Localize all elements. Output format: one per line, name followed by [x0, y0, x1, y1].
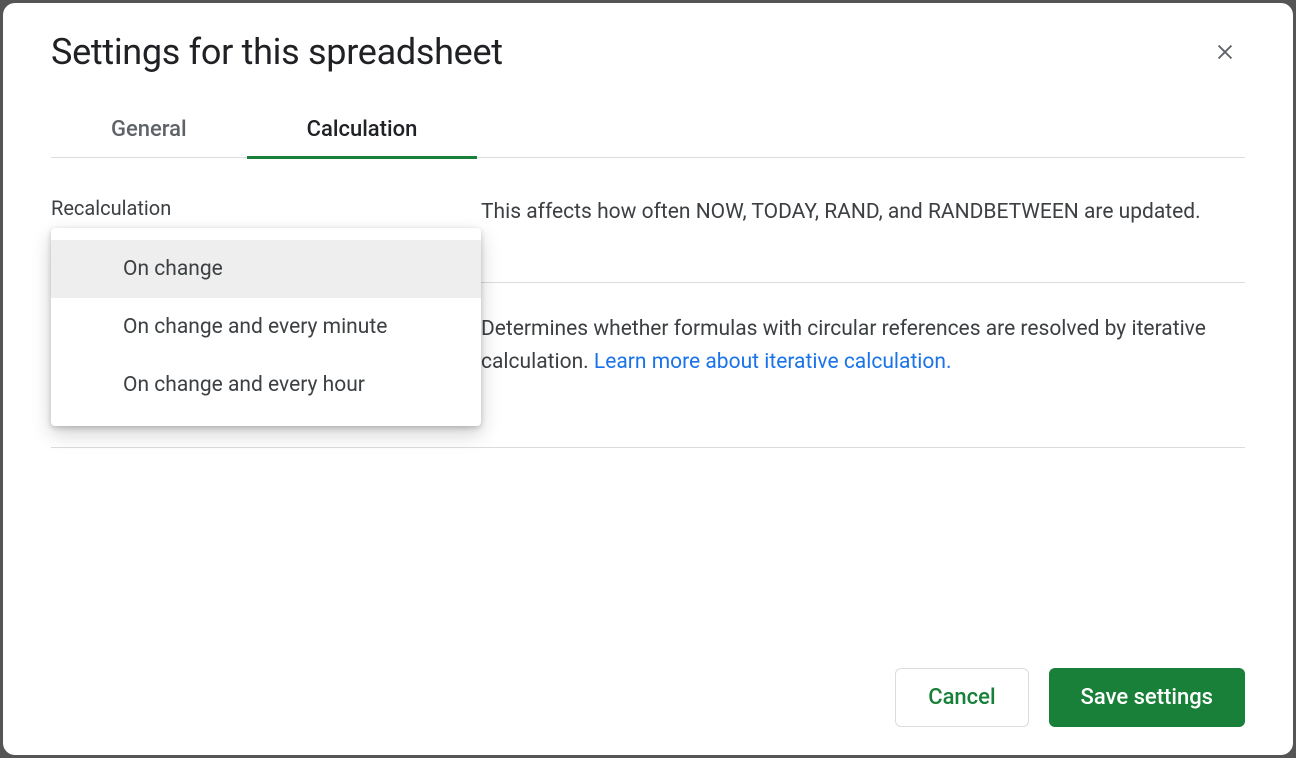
dropdown-option-every-minute[interactable]: On change and every minute: [51, 298, 481, 356]
iterative-learn-more-link[interactable]: Learn more about iterative calculation.: [594, 350, 952, 374]
recalculation-dropdown: On change On change and every minute On …: [51, 228, 481, 426]
recalculation-left: Recalculation On change On change and ev…: [51, 196, 481, 238]
dialog-footer: Cancel Save settings: [51, 668, 1245, 727]
save-settings-button[interactable]: Save settings: [1049, 668, 1245, 727]
close-icon: [1214, 41, 1236, 63]
dialog-content: Recalculation On change On change and ev…: [51, 196, 1245, 588]
iterative-description: Determines whether formulas with circula…: [481, 313, 1245, 403]
settings-dialog: Settings for this spreadsheet General Ca…: [3, 3, 1293, 755]
dialog-header: Settings for this spreadsheet: [51, 31, 1245, 73]
close-button[interactable]: [1205, 32, 1245, 72]
tab-calculation[interactable]: Calculation: [247, 105, 478, 159]
cancel-button[interactable]: Cancel: [895, 668, 1028, 727]
recalculation-description: This affects how often NOW, TODAY, RAND,…: [481, 196, 1245, 238]
dropdown-option-on-change[interactable]: On change: [51, 240, 481, 298]
recalculation-label: Recalculation: [51, 196, 481, 220]
tab-general[interactable]: General: [51, 105, 247, 159]
recalculation-section: Recalculation On change On change and ev…: [51, 196, 1245, 283]
dialog-title: Settings for this spreadsheet: [51, 31, 503, 73]
tabs: General Calculation: [51, 105, 1245, 158]
dropdown-option-every-hour[interactable]: On change and every hour: [51, 356, 481, 414]
